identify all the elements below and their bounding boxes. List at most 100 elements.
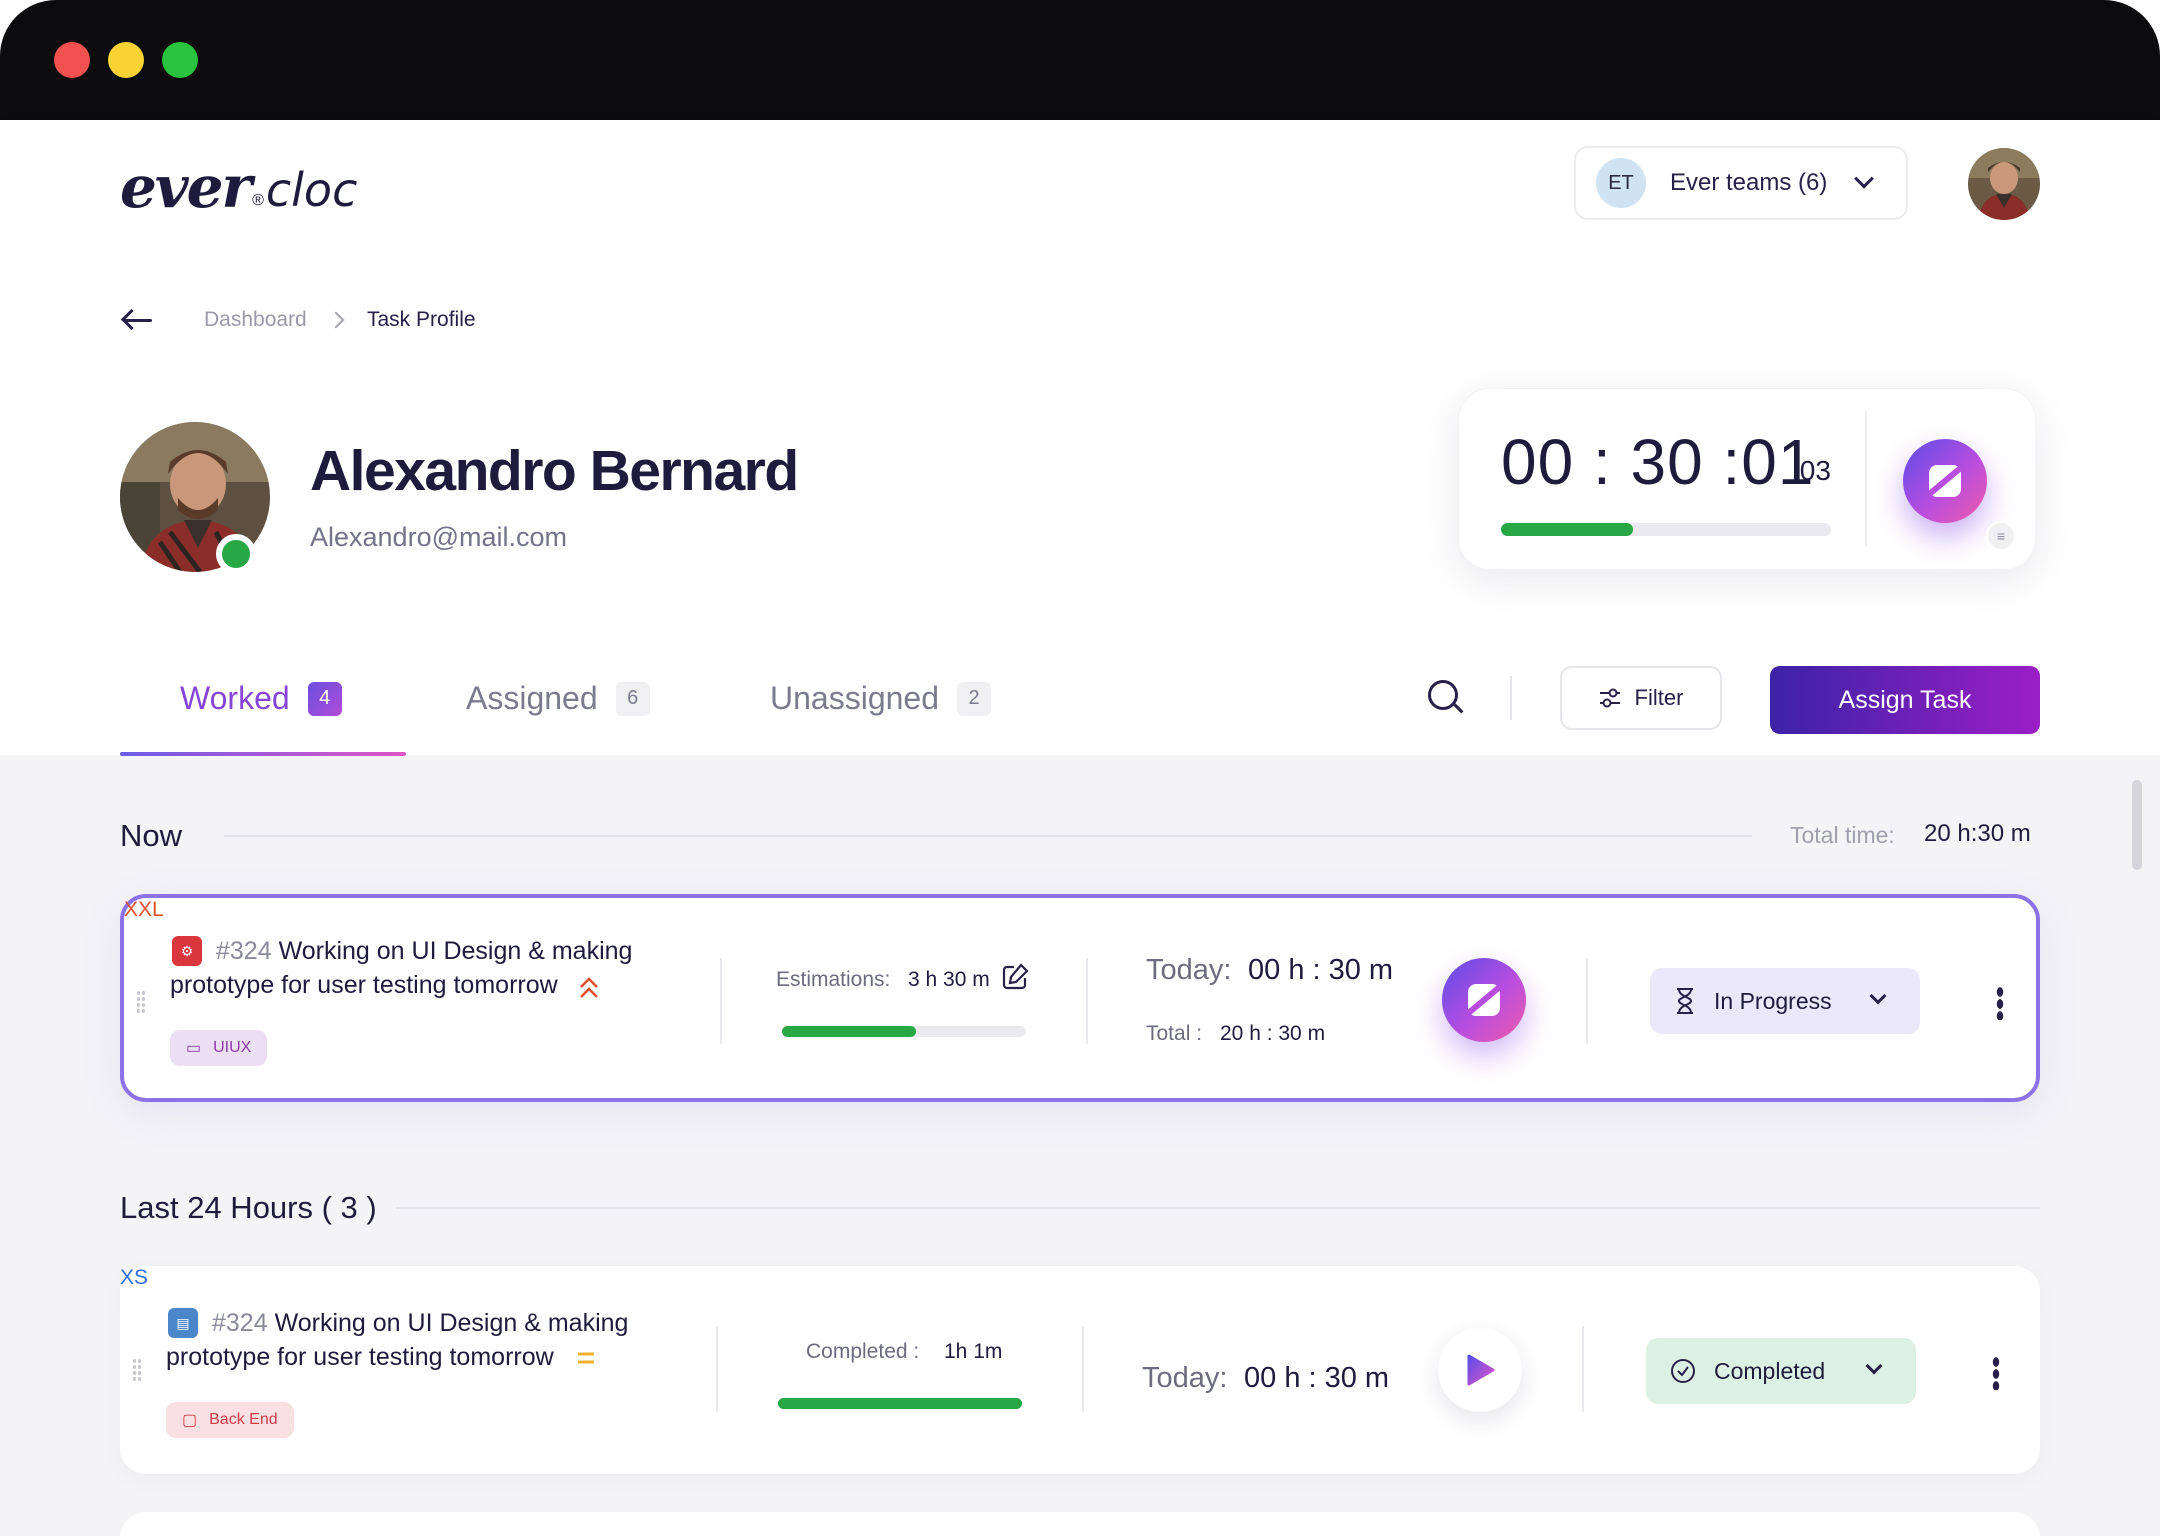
- hourglass-icon: [1677, 988, 1693, 1014]
- task-size: XXL: [124, 898, 164, 921]
- task-label-tag[interactable]: ▭ UIUX: [170, 1030, 268, 1066]
- task-number: #324: [216, 937, 272, 965]
- app-window: ever ® cloc ET Ever teams (6) Dashboard: [0, 0, 2160, 1536]
- team-name: Ever teams (6): [1670, 169, 1828, 196]
- brand-logo[interactable]: ever ® cloc: [120, 156, 357, 216]
- tab-count-badge: 6: [615, 681, 650, 716]
- more-options-icon[interactable]: [1996, 986, 2004, 1020]
- monitor-icon: ▭: [186, 1040, 202, 1057]
- divider: [720, 958, 722, 1044]
- tab-label: Worked: [180, 680, 290, 716]
- tab-count-badge: 4: [307, 681, 342, 716]
- check-circle-icon: [1671, 1359, 1695, 1383]
- total-time-value: 20 h:30 m: [1924, 820, 2031, 847]
- app-header: ever ® cloc ET Ever teams (6): [0, 120, 2160, 250]
- team-badge: ET: [1596, 158, 1646, 208]
- drag-handle-icon[interactable]: [132, 1358, 142, 1382]
- status-label: In Progress: [1714, 987, 1832, 1014]
- timer-progress-bar: [1501, 523, 1831, 536]
- priority-high-icon: [580, 977, 598, 998]
- window-close-button[interactable]: [54, 42, 90, 78]
- divider: [1082, 1326, 1084, 1412]
- estimation-progress-fill: [782, 1026, 917, 1037]
- task-card[interactable]: ⚙ #324 Working on UI Design & making pro…: [120, 894, 2040, 1102]
- timer-progress-fill: [1501, 523, 1633, 536]
- today-value: 00 h : 30 m: [1244, 1362, 1390, 1394]
- profile-name: Alexandro Bernard: [310, 439, 799, 503]
- task-card[interactable]: ▤ #324 Working on UI Design & making pro…: [120, 1266, 2040, 1474]
- completed-value: 1h 1m: [944, 1340, 1003, 1363]
- divider: [716, 1326, 718, 1412]
- logo-cloc: cloc: [265, 163, 358, 217]
- search-icon[interactable]: [1428, 680, 1464, 714]
- window-maximize-button[interactable]: [162, 42, 198, 78]
- tab-label: Unassigned: [770, 680, 939, 716]
- chevron-down-icon: [1854, 168, 1875, 189]
- tab-assigned[interactable]: Assigned 6: [466, 680, 650, 717]
- task-title-line2: prototype for user testing tomorrow: [166, 1343, 554, 1371]
- section-title-last-24-hours: Last 24 Hours ( 3 ): [120, 1190, 377, 1225]
- task-title-line1: Working on UI Design & making: [274, 1309, 629, 1337]
- task-title-line2: prototype for user testing tomorrow: [170, 971, 558, 999]
- task-number: #324: [212, 1309, 268, 1337]
- section-divider: [396, 1207, 2040, 1209]
- total-time-label: Total time:: [1790, 822, 1895, 848]
- completion-progress-fill: [778, 1398, 1022, 1409]
- task-size: XS: [120, 1266, 149, 1289]
- assign-task-button[interactable]: Assign Task: [1770, 666, 2040, 734]
- divider: [1582, 1326, 1584, 1412]
- completion-progress-bar: [778, 1398, 1022, 1409]
- task-label-text: UIUX: [213, 1039, 252, 1056]
- timer-display: 00 : 30 :01: [1501, 426, 1815, 498]
- more-options-icon[interactable]: [1992, 1356, 2000, 1390]
- timer-stop-button[interactable]: [1903, 439, 1987, 523]
- divider: [1865, 411, 1867, 547]
- chevron-down-icon: [1869, 987, 1887, 1005]
- task-label-tag[interactable]: ▢ Back End: [166, 1402, 294, 1438]
- team-selector[interactable]: ET Ever teams (6): [1574, 146, 1908, 220]
- logo-registered-mark: ®: [252, 192, 264, 209]
- user-avatar[interactable]: [1968, 148, 2040, 220]
- status-label: Completed: [1714, 1357, 1826, 1384]
- estimation-progress-bar: [782, 1026, 1026, 1037]
- estimation-label: Estimations:: [776, 968, 891, 991]
- logo-ever: ever: [120, 153, 252, 221]
- chevron-right-icon: [327, 311, 345, 329]
- section-title-now: Now: [120, 818, 183, 853]
- window-minimize-button[interactable]: [108, 42, 144, 78]
- menu-icon[interactable]: ≡: [1986, 521, 2016, 551]
- today-value: 00 h : 30 m: [1248, 954, 1394, 986]
- drag-handle-icon[interactable]: [136, 990, 146, 1014]
- status-dropdown[interactable]: Completed: [1646, 1338, 1916, 1404]
- divider: [1586, 958, 1588, 1044]
- sliders-icon: [1599, 688, 1620, 708]
- main-content: Dashboard Task Profile Alexandro Bernard…: [0, 250, 2160, 756]
- back-arrow-icon[interactable]: [120, 308, 152, 331]
- stop-icon: [1468, 984, 1500, 1016]
- toolbar-divider: [1510, 676, 1512, 720]
- chevron-down-icon: [1865, 1357, 1883, 1375]
- tab-worked[interactable]: Worked 4: [180, 680, 342, 717]
- tab-unassigned[interactable]: Unassigned 2: [770, 680, 991, 717]
- scrollbar-thumb[interactable]: [2132, 780, 2142, 870]
- completed-label: Completed :: [806, 1340, 920, 1363]
- filter-button[interactable]: Filter: [1560, 666, 1722, 730]
- calendar-icon: ▢: [182, 1412, 198, 1429]
- today-label: Today:: [1142, 1362, 1228, 1394]
- status-dropdown[interactable]: In Progress: [1650, 968, 1920, 1034]
- tab-count-badge: 2: [957, 681, 991, 716]
- task-card[interactable]: [120, 1512, 2040, 1536]
- window-titlebar: [0, 0, 2160, 120]
- breadcrumb-dashboard[interactable]: Dashboard: [204, 308, 307, 332]
- task-title[interactable]: #324 Working on UI Design & making proto…: [170, 934, 710, 1002]
- active-tab-indicator: [120, 752, 406, 756]
- task-total-value: 20 h : 30 m: [1220, 1022, 1326, 1045]
- play-icon: [1467, 1354, 1495, 1386]
- task-title-line1: Working on UI Design & making: [278, 937, 633, 965]
- edit-icon[interactable]: [1000, 962, 1030, 992]
- task-timer-play-button[interactable]: [1438, 1328, 1522, 1412]
- filter-label: Filter: [1634, 685, 1684, 710]
- task-label-text: Back End: [209, 1411, 278, 1428]
- task-title[interactable]: #324 Working on UI Design & making proto…: [166, 1306, 706, 1374]
- task-timer-stop-button[interactable]: [1442, 958, 1526, 1042]
